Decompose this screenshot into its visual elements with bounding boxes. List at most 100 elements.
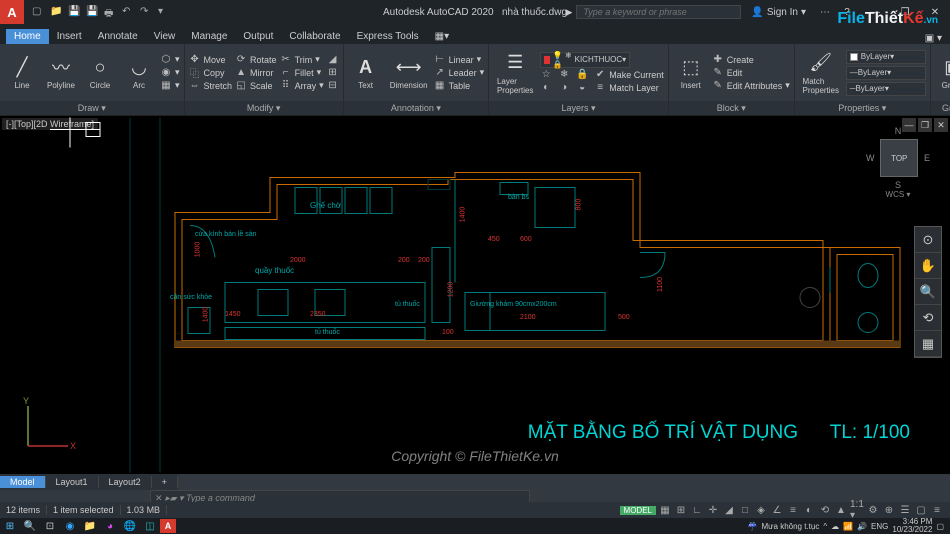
scale-button[interactable]: ◱Scale <box>235 80 277 92</box>
panel-layers-title[interactable]: Layers ▾ <box>489 101 668 115</box>
model-badge[interactable]: MODEL <box>620 506 656 515</box>
tab-collaborate[interactable]: Collaborate <box>281 29 348 44</box>
mirror-button[interactable]: ▲Mirror <box>235 67 277 79</box>
qat-dropdown-icon[interactable]: ▾ <box>158 6 170 18</box>
app-logo[interactable]: A <box>0 0 24 24</box>
sb-snap-icon[interactable]: ⊞ <box>674 503 688 517</box>
tab-output[interactable]: Output <box>235 29 281 44</box>
text-button[interactable]: AText <box>348 55 384 90</box>
linetype-dropdown[interactable]: ─ ByLayer ▾ <box>846 82 926 96</box>
group-button[interactable]: ▣Group <box>935 55 950 90</box>
layer-ex4[interactable]: ◐ <box>540 82 552 94</box>
panel-block-title[interactable]: Block ▾ <box>669 101 794 115</box>
match-properties-button[interactable]: 🖌Match Properties <box>799 51 843 95</box>
array-button[interactable]: ⠿Array ▾ <box>280 80 324 92</box>
tray-up-icon[interactable]: ^ <box>823 522 827 531</box>
store-icon[interactable]: ◫ <box>140 518 160 534</box>
sb-grid-icon[interactable]: ▦ <box>658 503 672 517</box>
tab-annotate[interactable]: Annotate <box>90 29 146 44</box>
tray-sound-icon[interactable]: 🔊 <box>857 522 867 531</box>
qat-open-icon[interactable]: 📁 <box>50 6 62 18</box>
weather-icon[interactable]: ☔ <box>748 522 758 531</box>
lineweight-dropdown[interactable]: — ByLayer ▾ <box>846 66 926 80</box>
panel-properties-title[interactable]: Properties ▾ <box>795 101 930 115</box>
qat-undo-icon[interactable]: ↶ <box>122 6 134 18</box>
qat-saveas-icon[interactable]: 💾 <box>86 6 98 18</box>
layer-ex2[interactable]: ❄ <box>558 69 570 81</box>
leader-button[interactable]: ↗Leader ▾ <box>434 67 485 79</box>
sb-ann-icon[interactable]: ▲ <box>834 503 848 517</box>
tray-onedrive-icon[interactable]: ☁ <box>831 522 839 531</box>
sb-ortho-icon[interactable]: ∟ <box>690 503 704 517</box>
insert-button[interactable]: ⬚Insert <box>673 55 709 90</box>
sb-polar-icon[interactable]: ✛ <box>706 503 720 517</box>
draw-extra3[interactable]: ▦▾ <box>160 80 180 92</box>
signin-button[interactable]: 👤 Sign In▾ <box>745 7 812 18</box>
tab-home[interactable]: Home <box>6 29 49 44</box>
panel-modify-title[interactable]: Modify ▾ <box>185 101 343 115</box>
fillet-button[interactable]: ⌐Fillet ▾ <box>280 67 324 79</box>
drawing-viewport[interactable]: [-][Top][2D Wireframe] —❐✕ N WTOPE S WCS… <box>0 116 950 474</box>
layer-ex3[interactable]: 🔒 <box>576 69 588 81</box>
create-button[interactable]: ✚Create <box>712 54 790 66</box>
tray-wifi-icon[interactable]: 📶 <box>843 522 853 531</box>
tray-notifications-icon[interactable]: ▢ <box>936 522 944 531</box>
layout2-tab[interactable]: Layout2 <box>99 476 152 488</box>
modify-ex1[interactable]: ◢ <box>327 54 339 66</box>
draw-extra1[interactable]: ⬡▾ <box>160 54 180 66</box>
sb-cycle-icon[interactable]: ⟲ <box>818 503 832 517</box>
table-button[interactable]: ▦Table <box>434 80 485 92</box>
sb-monitor-icon[interactable]: ⊕ <box>882 503 896 517</box>
edit-attr-button[interactable]: ✎Edit Attributes ▾ <box>712 80 790 92</box>
line-button[interactable]: ╱Line <box>4 55 40 90</box>
tab-featured[interactable]: ▦▾ <box>427 29 457 44</box>
trim-button[interactable]: ✂Trim ▾ <box>280 54 324 66</box>
color-dropdown[interactable]: ByLayer ▾ <box>846 50 926 64</box>
sb-3dosnap-icon[interactable]: ◈ <box>754 503 768 517</box>
dimension-button[interactable]: ⟷Dimension <box>387 55 431 90</box>
search-input[interactable] <box>576 5 741 19</box>
stretch-button[interactable]: ⇔Stretch <box>189 80 233 92</box>
move-button[interactable]: ✥Move <box>189 54 233 66</box>
draw-extra2[interactable]: ◉▾ <box>160 67 180 79</box>
arc-button[interactable]: ◡Arc <box>121 55 157 90</box>
sb-custom-icon[interactable]: ≡ <box>930 503 944 517</box>
taskview-icon[interactable]: ⊡ <box>40 518 60 534</box>
layer-ex1[interactable]: ☆ <box>540 69 552 81</box>
linear-button[interactable]: ⊢Linear ▾ <box>434 54 485 66</box>
sb-hw-icon[interactable]: ☰ <box>898 503 912 517</box>
edit-button[interactable]: ✎Edit <box>712 67 790 79</box>
layer-properties-button[interactable]: ☰Layer Properties <box>493 51 537 95</box>
circle-button[interactable]: ○Circle <box>82 55 118 90</box>
sb-clean-icon[interactable]: ▢ <box>914 503 928 517</box>
sb-osnap-icon[interactable]: □ <box>738 503 752 517</box>
qat-redo-icon[interactable]: ↷ <box>140 6 152 18</box>
panel-draw-title[interactable]: Draw ▾ <box>0 101 184 115</box>
add-layout-button[interactable]: + <box>152 476 178 488</box>
help-icon[interactable]: ⋯ <box>816 7 834 18</box>
tray-lang[interactable]: ENG <box>871 522 888 531</box>
panel-groups-title[interactable]: Groups ▾ <box>931 101 950 115</box>
rotate-button[interactable]: ⟳Rotate <box>235 54 277 66</box>
messenger-icon[interactable]: ◕ <box>100 518 120 534</box>
autocad-task-icon[interactable]: A <box>160 519 176 533</box>
explorer-icon[interactable]: 📁 <box>80 518 100 534</box>
sb-ws-icon[interactable]: ⚙ <box>866 503 880 517</box>
match-layer-button[interactable]: ≡Match Layer <box>594 82 659 94</box>
edge-icon[interactable]: ◉ <box>60 518 80 534</box>
start-button[interactable]: ⊞ <box>0 518 20 534</box>
ribbon-collapse-button[interactable]: ▣ ▾ <box>917 33 950 44</box>
current-layer-dropdown[interactable]: 💡 ❄ 🔒 KICHTHUOC ▾ <box>540 52 630 68</box>
sb-trans-icon[interactable]: ◐ <box>802 503 816 517</box>
sb-lw-icon[interactable]: ≡ <box>786 503 800 517</box>
model-tab[interactable]: Model <box>0 476 46 488</box>
tab-view[interactable]: View <box>146 29 184 44</box>
polyline-button[interactable]: 〰Polyline <box>43 55 79 90</box>
sb-scale-icon[interactable]: 1:1 ▾ <box>850 503 864 517</box>
panel-annotation-title[interactable]: Annotation ▾ <box>344 101 489 115</box>
make-current-button[interactable]: ✔Make Current <box>594 69 664 81</box>
tray-clock[interactable]: 3:46 PM10/23/2022 <box>892 518 932 534</box>
tab-insert[interactable]: Insert <box>49 29 90 44</box>
task-search-icon[interactable]: 🔍 <box>20 518 40 534</box>
sb-iso-icon[interactable]: ◢ <box>722 503 736 517</box>
